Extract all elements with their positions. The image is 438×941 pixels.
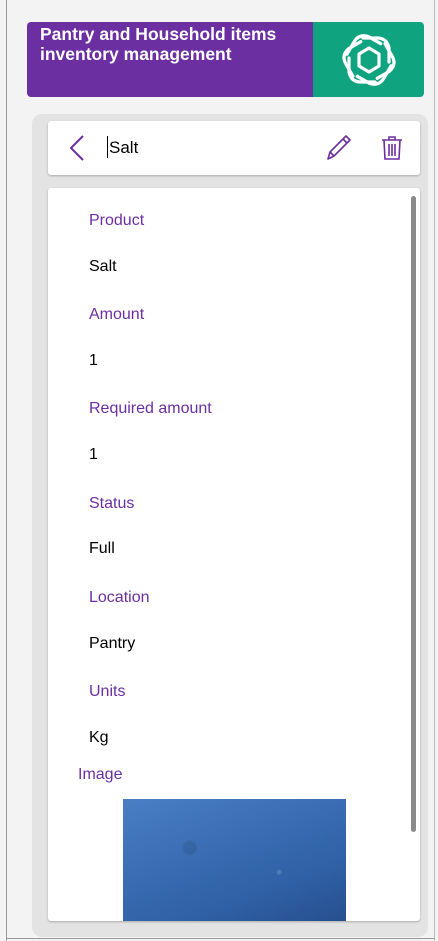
field-label-product: Product	[89, 212, 145, 229]
field-label-location: Location	[89, 589, 150, 606]
product-image	[123, 799, 346, 921]
chevron-left-icon	[69, 135, 84, 161]
field-value-status: Full	[89, 540, 115, 557]
field-value-units: Kg	[89, 729, 109, 746]
edit-button[interactable]	[322, 132, 354, 164]
field-value-product: Salt	[89, 258, 117, 275]
field-value-amount: 1	[89, 352, 98, 369]
field-label-units: Units	[89, 683, 126, 700]
logo	[313, 22, 424, 97]
scrollbar[interactable]	[411, 196, 416, 832]
field-label-amount: Amount	[89, 306, 145, 323]
frame-bottom-border	[6, 938, 435, 939]
frame-right-border	[434, 0, 435, 941]
detail-form[interactable]: Product Salt Amount 1 Required amount 1 …	[48, 188, 420, 921]
openai-knot-icon	[341, 33, 396, 86]
frame-left-border	[6, 0, 7, 941]
pencil-icon	[327, 135, 351, 160]
trash-icon	[382, 136, 402, 160]
delete-button[interactable]	[381, 135, 403, 161]
app-title: Pantry and Household items inventory man…	[27, 22, 313, 97]
back-button[interactable]	[66, 135, 90, 161]
app-frame: Pantry and Household items inventory man…	[0, 0, 438, 941]
app-header: Pantry and Household items inventory man…	[27, 22, 424, 97]
detail-title-bar: Salt	[48, 121, 420, 175]
text-caret	[107, 136, 108, 158]
field-value-required-amount: 1	[89, 446, 98, 463]
field-label-status: Status	[89, 495, 135, 512]
field-value-location: Pantry	[89, 635, 136, 652]
field-label-required-amount: Required amount	[89, 400, 212, 417]
detail-title[interactable]: Salt	[109, 138, 138, 158]
field-label-image: Image	[78, 766, 123, 783]
